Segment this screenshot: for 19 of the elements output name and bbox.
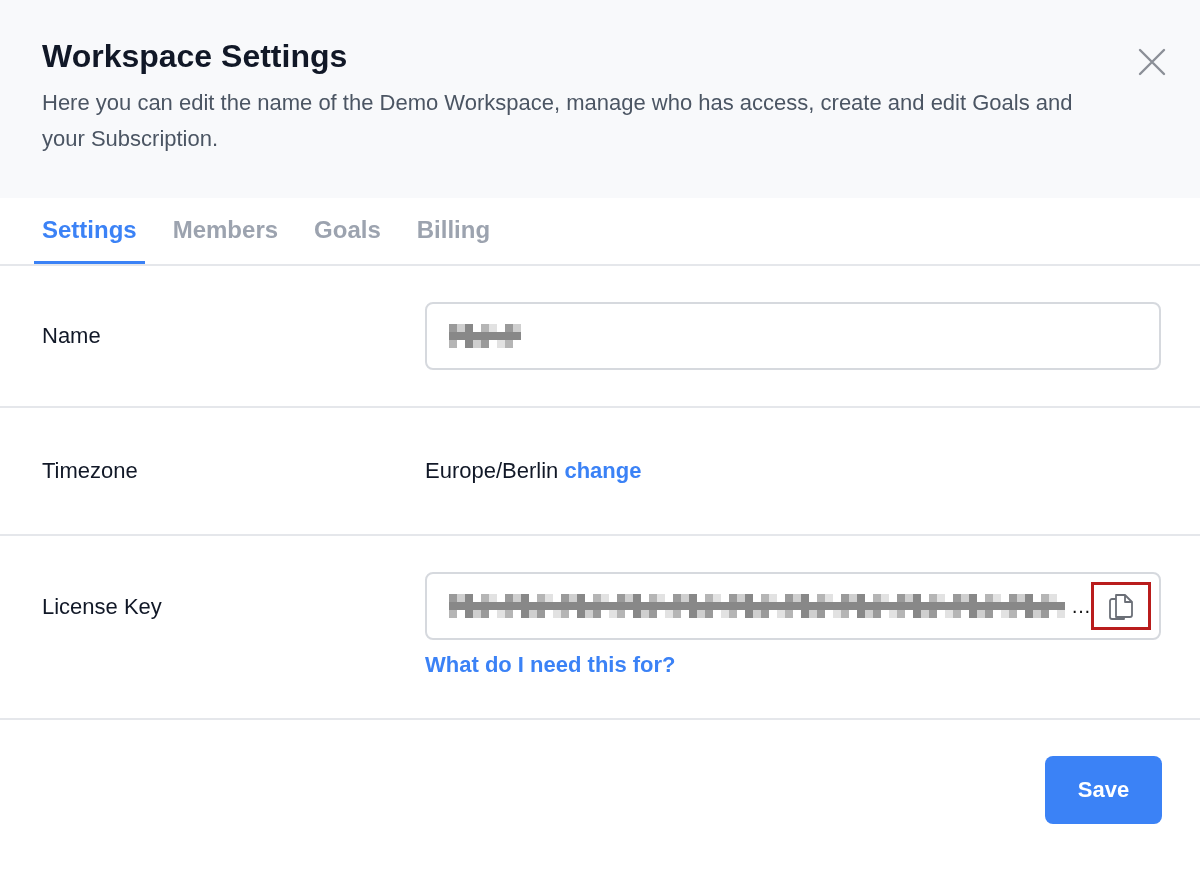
dialog-title: Workspace Settings xyxy=(42,38,349,75)
tab[interactable]: Goals xyxy=(306,198,389,264)
ellipsis: … xyxy=(1071,594,1091,618)
tab[interactable]: Members xyxy=(164,198,287,264)
field-label: License Key xyxy=(42,593,163,620)
timezone-value: Europe/Berlin xyxy=(425,458,559,483)
field-label: Timezone xyxy=(42,458,139,484)
name-field[interactable] xyxy=(425,302,1161,370)
dialog-description: Here you can edit the name of the Demo Workspace, manage who has access, create and edit Goals and your Subscription. xyxy=(42,89,1074,153)
close-icon[interactable] xyxy=(1138,48,1166,76)
tab[interactable]: Settings xyxy=(34,198,145,264)
copy-button[interactable] xyxy=(1091,582,1151,630)
copy-icon xyxy=(1108,591,1134,621)
tab[interactable]: Billing xyxy=(408,198,499,264)
license-key-field[interactable]: … xyxy=(425,572,1161,640)
change-link[interactable]: change xyxy=(564,458,642,483)
save-button[interactable]: Save xyxy=(1045,756,1162,824)
field-label: Name xyxy=(42,323,102,349)
help-link[interactable]: What do I need this for? xyxy=(425,652,1161,678)
